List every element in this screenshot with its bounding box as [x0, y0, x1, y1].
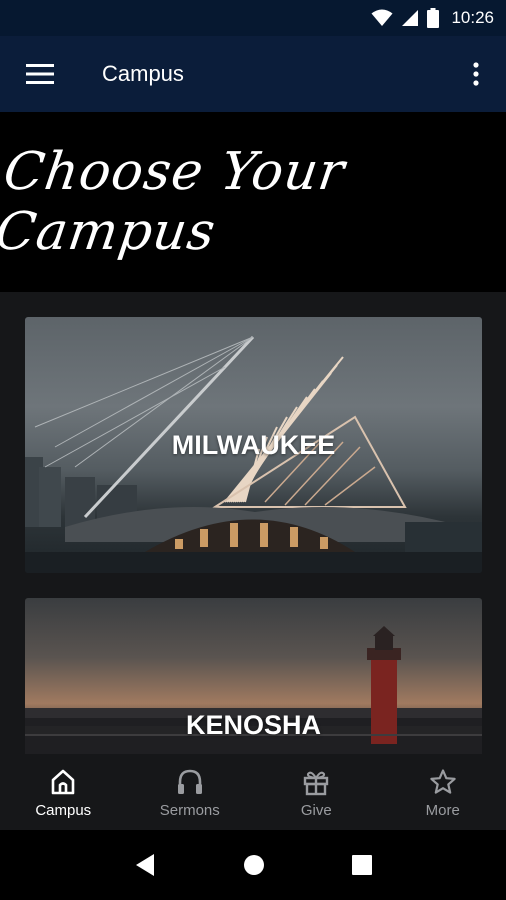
campus-card-kenosha[interactable]: KENOSHA: [25, 598, 482, 754]
campus-list[interactable]: Choose Your Campus MILWAUKEE KENOSHA: [0, 112, 506, 754]
bottom-navigation: Campus Sermons Give More: [0, 754, 506, 830]
campus-card-milwaukee[interactable]: MILWAUKEE: [25, 317, 482, 573]
nav-sermons-label: Sermons: [159, 802, 220, 819]
headphones-icon: [177, 769, 202, 794]
nav-campus[interactable]: Campus: [0, 754, 127, 830]
home-circle-icon[interactable]: [243, 854, 265, 876]
nav-sermons[interactable]: Sermons: [127, 754, 254, 830]
app-bar: Campus: [0, 36, 506, 112]
nav-campus-label: Campus: [35, 802, 92, 819]
choose-campus-banner: Choose Your Campus: [0, 112, 506, 292]
status-bar: 10:26: [0, 0, 506, 36]
wifi-icon: [371, 9, 393, 26]
more-vert-icon: [473, 62, 479, 86]
battery-icon: [427, 8, 440, 28]
nav-more-label: More: [425, 802, 460, 819]
nav-give[interactable]: Give: [253, 754, 380, 830]
cell-signal-icon: [402, 10, 419, 26]
menu-icon: [26, 64, 54, 84]
home-icon: [51, 769, 75, 795]
status-time: 10:26: [451, 8, 494, 27]
star-icon: [430, 769, 456, 794]
gift-icon: [304, 771, 329, 796]
back-icon[interactable]: [134, 853, 156, 877]
menu-button[interactable]: [0, 36, 80, 112]
nav-more[interactable]: More: [380, 754, 506, 830]
page-title: Campus: [102, 61, 184, 86]
campus-name-kenosha: KENOSHA: [185, 710, 321, 740]
recents-icon[interactable]: [352, 855, 373, 875]
campus-name-milwaukee: MILWAUKEE: [171, 430, 336, 460]
system-navigation-bar: [0, 830, 506, 900]
overflow-menu-button[interactable]: [446, 36, 506, 112]
banner-text: Choose Your Campus: [0, 142, 349, 262]
nav-give-label: Give: [300, 802, 332, 819]
